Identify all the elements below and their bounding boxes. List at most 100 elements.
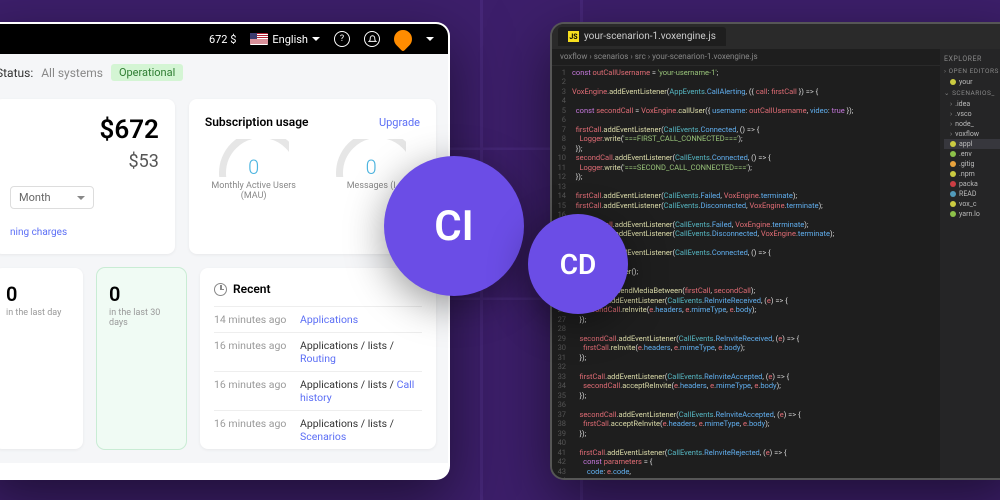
status-bar: Status: All systems Operational (0, 54, 448, 91)
code-line: 2 (552, 77, 940, 87)
stat-label: in the last day (6, 308, 71, 318)
recent-title: Recent (233, 282, 271, 296)
ci-badge: CI (384, 156, 524, 296)
file-item[interactable]: .npm (944, 169, 1000, 179)
code-line: 5 const secondCall = VoxEngine.callUser(… (552, 106, 940, 116)
gauge-value: 0 (219, 155, 289, 177)
file-item[interactable]: vox_c (944, 199, 1000, 209)
file-icon (950, 161, 956, 167)
recent-time: 16 minutes ago (214, 378, 288, 404)
gauge-label: Monthly Active Users (MAU) (205, 181, 303, 201)
recent-item[interactable]: 14 minutes ago Applications (214, 306, 422, 332)
folder-item[interactable]: › voxflow (944, 129, 1000, 139)
explorer-title: EXPLORER (944, 53, 1000, 65)
stat-label: in the last 30 days (109, 308, 174, 328)
file-icon (950, 181, 956, 187)
open-editors-header[interactable]: › OPEN EDITORS (944, 65, 1000, 77)
code-line: 27 }); (552, 315, 940, 325)
cd-badge: CD (528, 214, 628, 314)
recent-path: Applications / lists / Routing (300, 339, 422, 365)
file-icon (950, 171, 956, 177)
language-label: English (272, 33, 308, 46)
recent-time: 16 minutes ago (214, 417, 288, 443)
flag-icon (250, 33, 268, 45)
code-line: 28 (552, 324, 940, 334)
chevron-down-icon (312, 37, 320, 41)
recent-path: Applications / lists / Call history (300, 378, 422, 404)
code-line: 16 (552, 210, 940, 220)
recent-path: Applications / lists / Scenarios (300, 417, 422, 443)
balance-sub: $53 (10, 151, 159, 172)
code-line: 3VoxEngine.addEventListener(AppEvents.Ca… (552, 87, 940, 97)
balance-card: $672 $53 Month ning charges (0, 99, 175, 254)
code-line: 30 firstCall.reInvite(e.headers, e.mimeT… (552, 343, 940, 353)
code-line: 15 firstCall.addEventListener(CallEvents… (552, 201, 940, 211)
status-badge: Operational (111, 64, 183, 81)
file-icon (950, 151, 956, 157)
subscription-title: Subscription usage (205, 115, 309, 129)
code-line: 44 reason: e.reason, (552, 476, 940, 480)
gauge-value: 0 (336, 155, 406, 177)
editor-tab[interactable]: JS your-scenarion-1.voxengine.js (558, 27, 726, 46)
js-icon: JS (568, 31, 579, 42)
help-icon[interactable]: ? (334, 31, 350, 47)
notifications-icon[interactable] (364, 31, 380, 47)
folder-item[interactable]: › .idea (944, 99, 1000, 109)
chevron-down-icon (77, 196, 85, 200)
code-line: 12 }); (552, 172, 940, 182)
code-line: 34 secondCall.acceptReInvite(e.headers, … (552, 381, 940, 391)
gauge: 0 Monthly Active Users (MAU) (205, 139, 303, 201)
project-header[interactable]: ⌄ SCENARIOS_ (944, 87, 1000, 99)
code-line: 32 (552, 362, 940, 372)
editor-breadcrumb[interactable]: voxflow › scenarios › src › your-scenari… (552, 49, 940, 66)
folder-item[interactable]: › node_ (944, 119, 1000, 129)
code-line: 14 firstCall.addEventListener(CallEvents… (552, 191, 940, 201)
file-item[interactable]: READ (944, 189, 1000, 199)
code-line: 6 (552, 115, 940, 125)
file-icon (950, 211, 956, 217)
status-text: All systems (41, 66, 103, 80)
recent-item[interactable]: 16 minutes ago Applications / lists / Rou… (214, 332, 422, 371)
code-line: 37 secondCall.addEventListener(CallEvent… (552, 410, 940, 420)
recent-item[interactable]: 16 minutes ago Applications / lists / Cal… (214, 371, 422, 410)
active-file[interactable]: appl (944, 139, 1000, 149)
recent-time: 14 minutes ago (214, 313, 288, 326)
stat-value: 0 (109, 282, 174, 306)
recent-path: Applications (300, 313, 358, 326)
dashboard-panel: 672 $ English ? Status: All systems Oper… (0, 22, 450, 480)
charges-link[interactable]: ning charges (10, 227, 159, 238)
recent-item[interactable]: 16 minutes ago Applications / lists / Sce… (214, 410, 422, 449)
clock-icon (214, 283, 227, 296)
recent-time: 16 minutes ago (214, 339, 288, 365)
file-icon (950, 201, 956, 207)
avatar-icon[interactable] (390, 26, 415, 51)
file-item[interactable]: .gitig (944, 159, 1000, 169)
file-item[interactable]: .env (944, 149, 1000, 159)
folder-item[interactable]: › .vsco (944, 109, 1000, 119)
code-line: 42 const parameters = { (552, 457, 940, 467)
file-item[interactable]: packa (944, 179, 1000, 189)
code-line: 10 secondCall.addEventListener(CallEvent… (552, 153, 940, 163)
upgrade-link[interactable]: Upgrade (379, 116, 420, 129)
code-line: 26 secondCall.reInvite(e.headers, e.mime… (552, 305, 940, 315)
open-editor-item[interactable]: your (944, 77, 1000, 87)
code-line: 43 code: e.code, (552, 467, 940, 477)
code-line: 7 firstCall.addEventListener(CallEvents.… (552, 125, 940, 135)
file-item[interactable]: yarn.lo (944, 209, 1000, 219)
code-line: 4 (552, 96, 940, 106)
topbar-balance: 672 $ (209, 33, 236, 46)
status-label: Status: (0, 66, 33, 80)
balance-main: $672 (10, 115, 159, 145)
code-line: 9 }); (552, 144, 940, 154)
code-line: 11 Logger.write('===SECOND_CALL_CONNECTE… (552, 163, 940, 173)
language-selector[interactable]: English (250, 33, 320, 46)
file-icon (950, 191, 956, 197)
code-line: 41 firstCall.addEventListener(CallEvents… (552, 448, 940, 458)
recent-card: Recent 14 minutes ago Applications 16 minu… (200, 268, 436, 449)
code-line: 40 (552, 438, 940, 448)
code-line: 29 secondCall.addEventListener(CallEvent… (552, 334, 940, 344)
code-line: 1const outCallUsername = 'your-username-… (552, 68, 940, 78)
code-line: 36 (552, 400, 940, 410)
period-select[interactable]: Month (10, 186, 94, 209)
editor-tabs: JS your-scenarion-1.voxengine.js (552, 24, 1000, 49)
